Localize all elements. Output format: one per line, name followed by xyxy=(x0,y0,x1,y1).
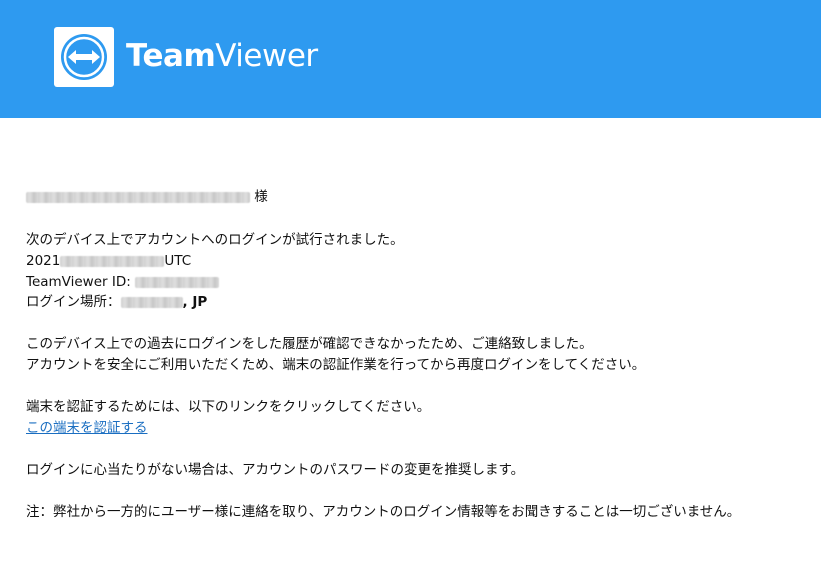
double-arrow-icon xyxy=(61,34,107,80)
redacted-recipient-name xyxy=(26,191,250,203)
paragraph-3: ログインに心当たりがない場合は、アカウントのパスワードの変更を推奨します。 xyxy=(26,462,525,478)
redacted-tv-id xyxy=(135,276,220,288)
login-location-label: ログイン場所： xyxy=(26,294,121,310)
timestamp: 2021 UTC xyxy=(26,251,191,271)
timestamp-prefix: 2021 xyxy=(26,253,61,269)
brand-name-bold: Team xyxy=(126,38,216,74)
verify-device-link[interactable]: この端末を認証する xyxy=(26,420,148,436)
intro-text: 次のデバイス上でアカウントへのログインが試行されました。 xyxy=(26,232,404,248)
login-location: ログイン場所： , JP xyxy=(26,292,207,312)
paragraph-1-line-2: アカウントを安全にご利用いただくため、端末の認証作業を行ってから再度ログインをし… xyxy=(26,357,646,373)
email-header: TeamViewer xyxy=(0,0,821,118)
verify-device-link-line: この端末を認証する xyxy=(26,418,148,438)
teamviewer-logo xyxy=(54,27,114,87)
brand-name: TeamViewer xyxy=(126,36,318,76)
timestamp-suffix: UTC xyxy=(164,253,192,269)
paragraph-2-line-1: 端末を認証するためには、以下のリンクをクリックしてください。 xyxy=(26,399,431,415)
note-text: 注：弊社から一方的にユーザー様に連絡を取り、アカウントのログイン情報等をお聞きす… xyxy=(26,504,741,520)
teamviewer-id: TeamViewer ID: xyxy=(26,272,220,292)
paragraph-1-line-1: このデバイス上での過去にログインをした履歴が確認できなかったため、ご連絡致しまし… xyxy=(26,336,593,352)
salutation: 様 xyxy=(26,187,268,207)
login-location-country: , JP xyxy=(182,294,208,310)
salutation-suffix: 様 xyxy=(254,189,268,205)
redacted-timestamp xyxy=(60,255,165,267)
redacted-city xyxy=(120,296,183,308)
tv-id-label: TeamViewer ID: xyxy=(26,274,131,290)
brand-name-light: Viewer xyxy=(215,38,318,74)
